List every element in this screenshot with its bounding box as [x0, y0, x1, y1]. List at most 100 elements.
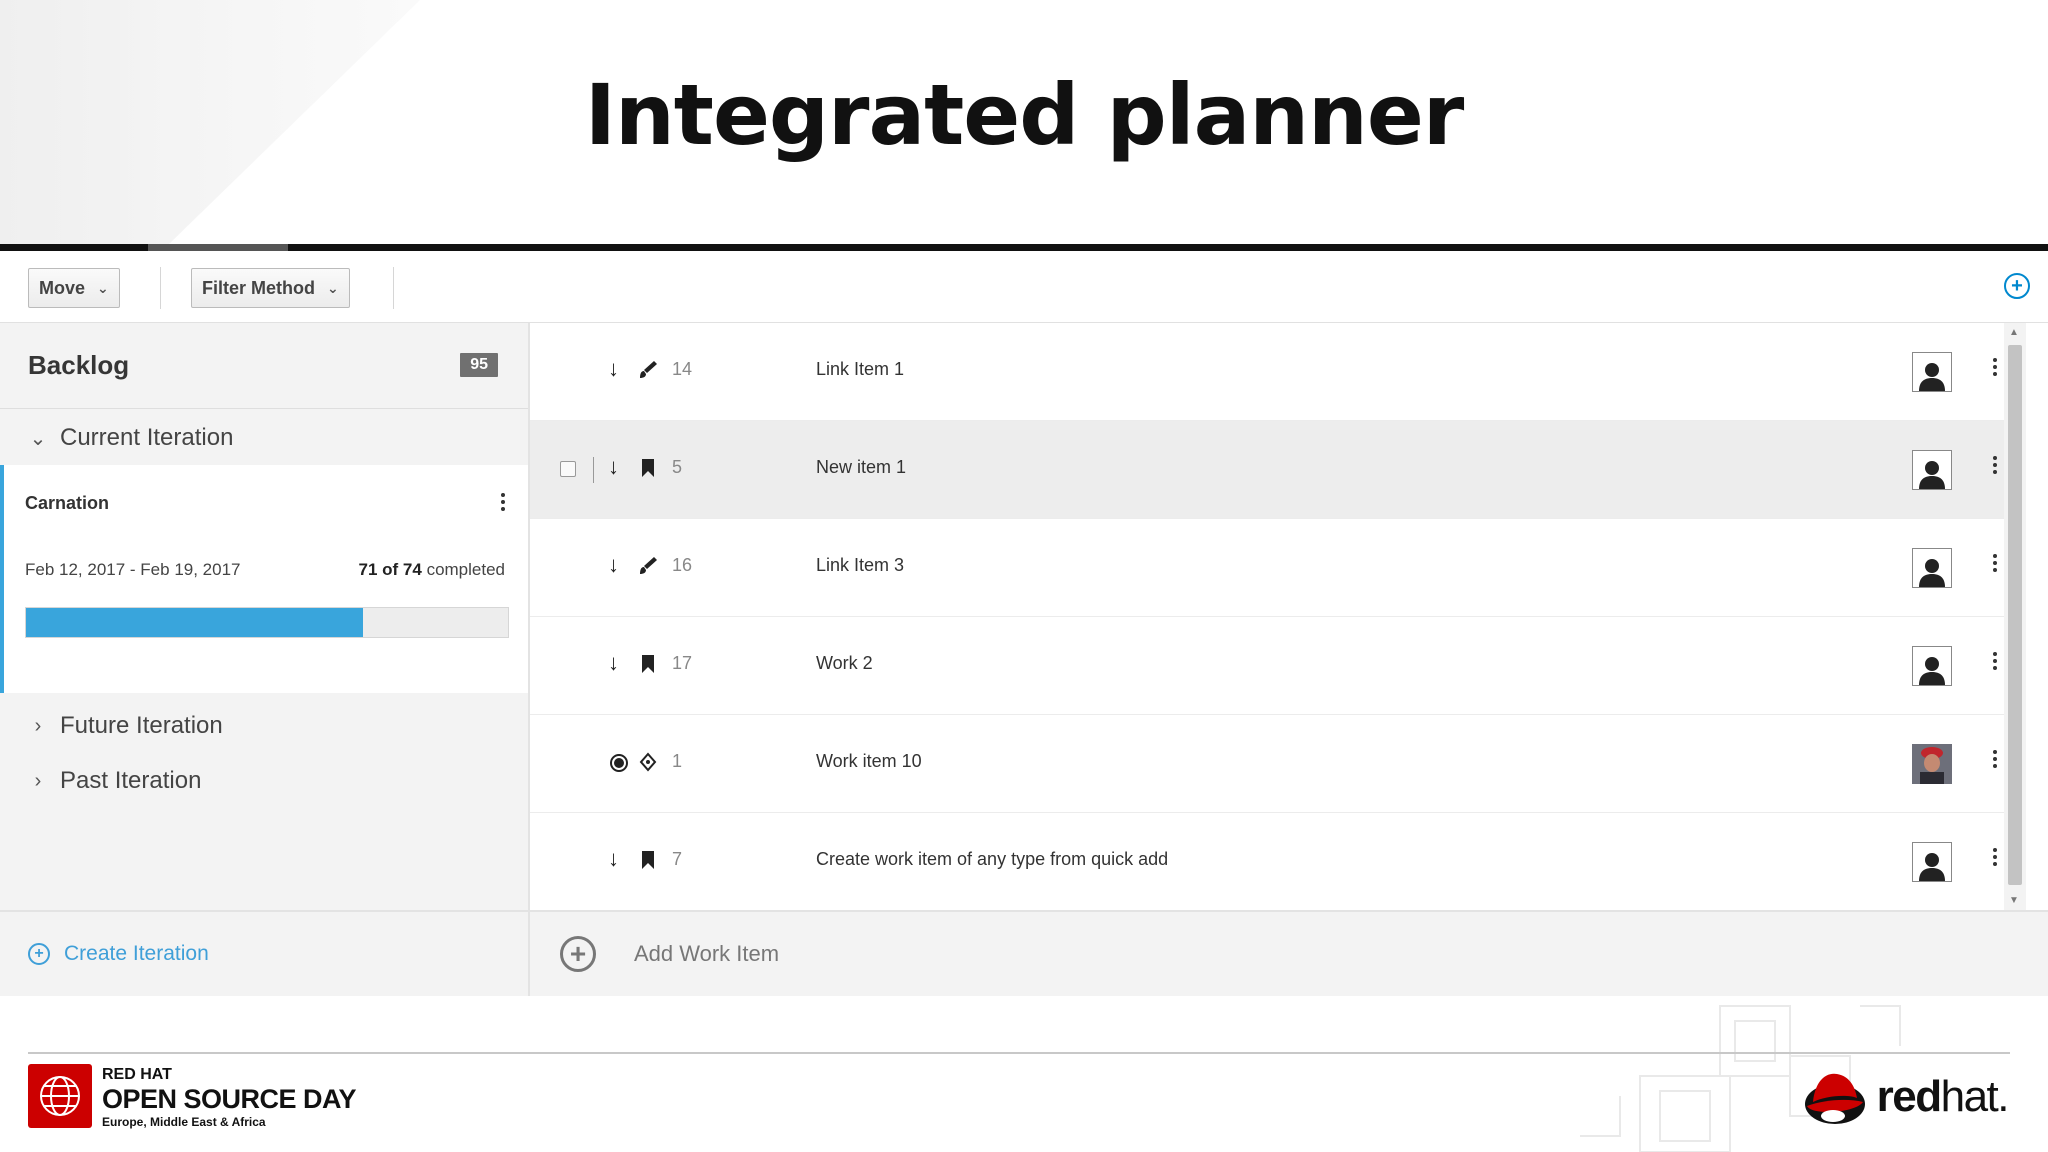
- work-item-title[interactable]: Link Item 3: [816, 555, 904, 576]
- iteration-completed-count: 71 of 74: [358, 560, 422, 579]
- arrow-down-icon[interactable]: ↓: [608, 454, 619, 480]
- row-checkbox[interactable]: [560, 461, 576, 477]
- work-item-number: 1: [672, 751, 683, 771]
- work-item-number: 14: [672, 359, 693, 379]
- list-scrollbar[interactable]: ▲ ▼: [2004, 323, 2026, 910]
- user-placeholder-icon[interactable]: [1912, 646, 1952, 686]
- user-placeholder-icon[interactable]: [1912, 352, 1952, 392]
- chevron-right-icon: ›: [34, 714, 42, 737]
- create-iteration-button[interactable]: + Create Iteration: [0, 910, 528, 996]
- bookmark-icon: [638, 849, 658, 871]
- scroll-up-icon[interactable]: ▲: [2009, 327, 2019, 338]
- work-item-row[interactable]: ↓ 5 New item 1: [530, 421, 2026, 519]
- user-placeholder-icon[interactable]: [1912, 548, 1952, 588]
- footer-divider: [28, 1052, 2010, 1054]
- paintbrush-icon: [638, 359, 658, 381]
- arrow-down-icon[interactable]: ↓: [608, 846, 619, 872]
- title-divider: [0, 244, 2048, 251]
- avatar[interactable]: [1912, 744, 1952, 784]
- chevron-down-icon: ⌄: [29, 427, 47, 450]
- future-iteration-label: Future Iteration: [60, 712, 223, 739]
- iteration-card[interactable]: Carnation Feb 12, 2017 - Feb 19, 2017 71…: [0, 465, 528, 693]
- arrow-down-icon[interactable]: ↓: [608, 650, 619, 676]
- iteration-progress-fill: [26, 608, 364, 637]
- backlog-item[interactable]: Backlog 95: [0, 323, 528, 409]
- work-item-row[interactable]: ↓ 7 Create work item of any type from quic…: [530, 813, 2026, 910]
- past-iteration-toggle[interactable]: › Past Iteration: [0, 754, 528, 808]
- future-iteration-toggle[interactable]: › Future Iteration: [0, 699, 528, 753]
- kebab-menu-icon[interactable]: [1990, 652, 2000, 676]
- backlog-label: Backlog: [28, 350, 130, 380]
- add-circle-icon[interactable]: +: [560, 936, 596, 972]
- open-source-day-logo: RED HAT OPEN SOURCE DAY Europe, Middle E…: [28, 1064, 357, 1130]
- red-hat-wordmark: redhat.: [1876, 1072, 2010, 1122]
- past-iteration-label: Past Iteration: [60, 767, 202, 794]
- iteration-name: Carnation: [25, 493, 110, 513]
- create-iteration-label: Create Iteration: [64, 942, 209, 965]
- scroll-down-icon[interactable]: ▼: [2009, 895, 2019, 906]
- current-iteration-toggle[interactable]: ⌄ Current Iteration: [0, 411, 528, 465]
- kebab-menu-icon[interactable]: [1990, 848, 2000, 872]
- paintbrush-icon: [638, 555, 658, 577]
- work-item-title[interactable]: Work item 10: [816, 751, 922, 772]
- work-item-number: 16: [672, 555, 693, 575]
- work-item-number: 7: [672, 849, 683, 869]
- work-item-title[interactable]: Link Item 1: [816, 359, 904, 380]
- radio-icon[interactable]: [609, 753, 629, 779]
- wordmark-rest: hat.: [1940, 1072, 2010, 1121]
- toolbar-separator: [393, 267, 394, 309]
- kebab-menu-icon[interactable]: [1990, 750, 2000, 774]
- wordmark-bold: red: [1876, 1072, 1942, 1121]
- add-circle-icon: +: [28, 943, 50, 965]
- row-separator: [593, 457, 594, 483]
- work-item-title[interactable]: Create work item of any type from quick …: [816, 849, 1168, 870]
- planner-app: Move ⌄ Filter Method ⌄ + Backlog 95 ⌄ Cu…: [0, 251, 2048, 996]
- work-item-title[interactable]: New item 1: [816, 457, 906, 478]
- bookmark-icon: [638, 653, 658, 675]
- red-hat-logo: redhat.: [1803, 1068, 2010, 1126]
- work-item-row[interactable]: ↓ 17 Work 2: [530, 617, 2026, 715]
- kebab-menu-icon[interactable]: [1990, 358, 2000, 382]
- iteration-dates: Feb 12, 2017 - Feb 19, 2017: [25, 560, 241, 579]
- work-item-row[interactable]: ↓ 16 Link Item 3: [530, 519, 2026, 617]
- event-brand: RED HAT: [102, 1066, 172, 1083]
- kebab-menu-icon[interactable]: [1990, 554, 2000, 578]
- toolbar: Move ⌄ Filter Method ⌄ +: [0, 251, 2048, 323]
- chevron-down-icon: ⌄: [327, 279, 339, 296]
- work-item-title[interactable]: Work 2: [816, 653, 873, 674]
- chevron-down-icon: ⌄: [97, 279, 109, 296]
- bookmark-icon: [638, 457, 658, 479]
- scrollbar-thumb[interactable]: [2008, 345, 2022, 885]
- iteration-completed-suffix: completed: [426, 560, 505, 579]
- iteration-progress-bar: [25, 607, 509, 638]
- toolbar-separator: [160, 267, 161, 309]
- backlog-count-badge: 95: [460, 353, 498, 377]
- work-item-number: 5: [672, 457, 683, 477]
- work-item-row[interactable]: ↓ 14 Link Item 1: [530, 323, 2026, 421]
- iteration-progress-text: 71 of 74 completed: [359, 560, 505, 580]
- arrow-down-icon[interactable]: ↓: [608, 356, 619, 382]
- add-work-item-bar[interactable]: + Add Work Item: [530, 910, 2048, 996]
- arrow-down-icon[interactable]: ↓: [608, 552, 619, 578]
- shadowman-icon: [1804, 1073, 1865, 1124]
- add-work-item-label: Add Work Item: [634, 941, 780, 966]
- kebab-menu-icon[interactable]: [1990, 456, 2000, 480]
- event-name: OPEN SOURCE DAY: [102, 1084, 357, 1114]
- crosshair-icon: [638, 751, 658, 773]
- current-iteration-label: Current Iteration: [60, 424, 234, 451]
- kebab-menu-icon[interactable]: [498, 493, 508, 517]
- filter-method-dropdown[interactable]: Filter Method ⌄: [191, 268, 350, 308]
- add-circle-icon[interactable]: +: [2004, 273, 2030, 299]
- event-region: Europe, Middle East & Africa: [102, 1115, 266, 1129]
- user-placeholder-icon[interactable]: [1912, 450, 1952, 490]
- work-item-list: ↓ 14 Link Item 1 ↓ 5 New item 1 ↓ 16 Link Item 3…: [530, 323, 2026, 910]
- title-divider-accent: [148, 244, 288, 251]
- globe-icon: [28, 1064, 92, 1128]
- move-dropdown[interactable]: Move ⌄: [28, 268, 120, 308]
- work-item-row[interactable]: 1 Work item 10: [530, 715, 2026, 813]
- iterations-sidebar: Backlog 95 ⌄ Current Iteration Carnation…: [0, 323, 530, 996]
- move-dropdown-label: Move: [39, 277, 86, 298]
- filter-method-label: Filter Method: [202, 277, 315, 298]
- work-item-number: 17: [672, 653, 693, 673]
- user-placeholder-icon[interactable]: [1912, 842, 1952, 882]
